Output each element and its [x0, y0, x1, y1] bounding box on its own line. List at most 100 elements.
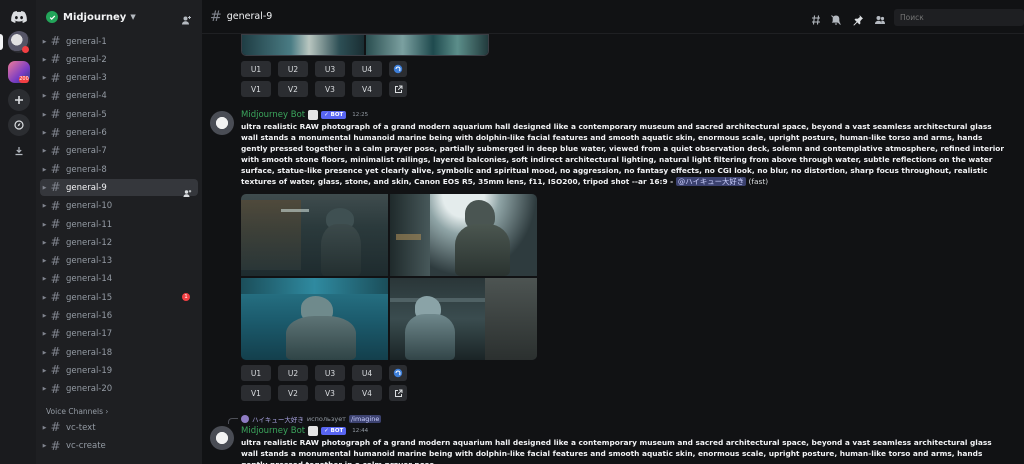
pin-icon[interactable]	[852, 11, 864, 30]
variation-1-button[interactable]: V1	[241, 385, 271, 401]
reply-user[interactable]: ハイキュー大好き	[252, 414, 304, 424]
collapse-arrow-icon[interactable]: ▶	[40, 112, 49, 118]
channel-general-10[interactable]: ▶ # general-10	[40, 198, 198, 215]
notifications-muted-icon[interactable]	[830, 11, 842, 30]
previous-image-2[interactable]	[366, 35, 488, 55]
channel-general-6[interactable]: ▶ # general-6	[40, 125, 198, 142]
generated-image-3[interactable]	[241, 278, 388, 360]
discord-home-icon[interactable]	[8, 6, 30, 28]
threads-icon[interactable]	[810, 11, 822, 30]
collapse-arrow-icon[interactable]: ▶	[40, 39, 49, 45]
collapse-arrow-icon[interactable]: ▶	[40, 295, 49, 301]
collapse-arrow-icon[interactable]: ▶	[40, 386, 49, 392]
collapse-arrow-icon[interactable]: ▶	[40, 57, 49, 63]
variation-4-button[interactable]: V4	[352, 385, 382, 401]
previous-image-grid[interactable]	[241, 34, 489, 56]
variation-2-button[interactable]: V2	[278, 385, 308, 401]
voice-channels-category[interactable]: Voice Channels ›	[46, 407, 108, 416]
interaction-reference[interactable]: ハイキュー大好き использует /imagine	[241, 414, 382, 424]
channel-general-1[interactable]: ▶ # general-1	[40, 33, 198, 50]
collapse-arrow-icon[interactable]: ▶	[40, 368, 49, 374]
collapse-arrow-icon[interactable]: ▶	[40, 313, 49, 319]
author-name[interactable]: Midjourney Bot	[241, 426, 305, 436]
collapse-arrow-icon[interactable]: ▶	[40, 425, 49, 431]
channel-general-9[interactable]: ▶ # general-9	[40, 179, 198, 198]
upscale-2-button[interactable]: U2	[278, 365, 308, 381]
channel-general-20[interactable]: ▶ # general-20	[40, 381, 198, 398]
channel-general-19[interactable]: ▶ # general-19	[40, 362, 198, 379]
upscale-3-button[interactable]: U3	[315, 61, 345, 77]
variation-3-button[interactable]: V3	[315, 385, 345, 401]
collapse-arrow-icon[interactable]: ▶	[40, 167, 49, 173]
invite-people-icon[interactable]	[181, 11, 192, 30]
previous-image-1[interactable]	[242, 35, 364, 55]
variation-4-button[interactable]: V4	[352, 81, 382, 97]
channel-name: vc-create	[66, 441, 106, 451]
image-grid[interactable]	[241, 194, 537, 360]
channel-general-15[interactable]: ▶ # general-15 1	[40, 289, 198, 306]
collapse-arrow-icon[interactable]: ▶	[40, 75, 49, 81]
channel-general-8[interactable]: ▶ # general-8	[40, 161, 198, 178]
channel-general-17[interactable]: ▶ # general-17	[40, 326, 198, 343]
channel-name: general-15	[66, 292, 113, 303]
channel-general-11[interactable]: ▶ # general-11	[40, 216, 198, 233]
channel-general-7[interactable]: ▶ # general-7	[40, 143, 198, 160]
collapse-arrow-icon[interactable]: ▶	[40, 222, 49, 228]
hash-icon: #	[50, 381, 61, 396]
generated-image-1[interactable]	[241, 194, 388, 276]
search-input[interactable]	[894, 9, 1024, 26]
collapse-arrow-icon[interactable]: ▶	[40, 350, 49, 356]
upscale-2-button[interactable]: U2	[278, 61, 308, 77]
collapse-arrow-icon[interactable]: ▶	[40, 130, 49, 136]
variation-buttons-row-1: V1 V2 V3 V4	[241, 81, 407, 97]
open-web-button[interactable]	[389, 385, 407, 401]
collapse-arrow-icon[interactable]: ▶	[40, 443, 49, 449]
variation-2-button[interactable]: V2	[278, 81, 308, 97]
channel-general-18[interactable]: ▶ # general-18	[40, 344, 198, 361]
generated-image-4[interactable]	[390, 278, 537, 360]
collapse-arrow-icon[interactable]: ▶	[40, 258, 49, 264]
variation-1-button[interactable]: V1	[241, 81, 271, 97]
collapse-arrow-icon[interactable]: ▶	[40, 276, 49, 282]
reroll-button[interactable]	[389, 365, 407, 381]
voice-channel-vc-create[interactable]: ▶ # vc-create	[40, 438, 198, 455]
bot-avatar[interactable]	[210, 111, 234, 135]
generated-image-2[interactable]	[390, 194, 537, 276]
open-web-button[interactable]	[389, 81, 407, 97]
channel-general-12[interactable]: ▶ # general-12	[40, 234, 198, 251]
collapse-arrow-icon[interactable]: ▶	[40, 148, 49, 154]
channel-general-3[interactable]: ▶ # general-3	[40, 70, 198, 87]
upscale-1-button[interactable]: U1	[241, 365, 271, 381]
channel-general-13[interactable]: ▶ # general-13	[40, 253, 198, 270]
collapse-arrow-icon[interactable]: ▶	[40, 240, 49, 246]
collapse-arrow-icon[interactable]: ▶	[40, 203, 49, 209]
server-header[interactable]: Midjourney ▼	[36, 0, 202, 34]
explore-icon[interactable]	[8, 114, 30, 136]
reroll-button[interactable]	[389, 61, 407, 77]
user-mention[interactable]: @ハイキュー大好き	[675, 177, 747, 186]
reply-connector	[228, 418, 238, 424]
author-name[interactable]: Midjourney Bot	[241, 110, 305, 120]
discord-app: 200 Midjourney ▼ ▶ # general-1 ▶ # general-2 ▶…	[0, 0, 1024, 464]
upscale-4-button[interactable]: U4	[352, 61, 382, 77]
upscale-3-button[interactable]: U3	[315, 365, 345, 381]
channel-title: general-9	[226, 11, 273, 22]
variation-3-button[interactable]: V3	[315, 81, 345, 97]
channel-general-2[interactable]: ▶ # general-2	[40, 51, 198, 68]
channel-general-5[interactable]: ▶ # general-5	[40, 106, 198, 123]
channel-general-4[interactable]: ▶ # general-4	[40, 88, 198, 105]
channel-name: general-8	[66, 164, 107, 175]
collapse-arrow-icon[interactable]: ▶	[40, 93, 49, 99]
member-list-icon[interactable]	[874, 11, 886, 30]
reply-command[interactable]: /imagine	[348, 415, 382, 423]
download-icon[interactable]	[8, 140, 30, 162]
upscale-1-button[interactable]: U1	[241, 61, 271, 77]
bot-avatar-2[interactable]	[210, 426, 234, 450]
collapse-arrow-icon[interactable]: ▶	[40, 185, 49, 191]
channel-general-14[interactable]: ▶ # general-14	[40, 271, 198, 288]
collapse-arrow-icon[interactable]: ▶	[40, 331, 49, 337]
add-server-icon[interactable]	[8, 89, 30, 111]
upscale-4-button[interactable]: U4	[352, 365, 382, 381]
channel-general-16[interactable]: ▶ # general-16	[40, 308, 198, 325]
voice-channel-vc-text[interactable]: ▶ # vc-text	[40, 419, 198, 436]
